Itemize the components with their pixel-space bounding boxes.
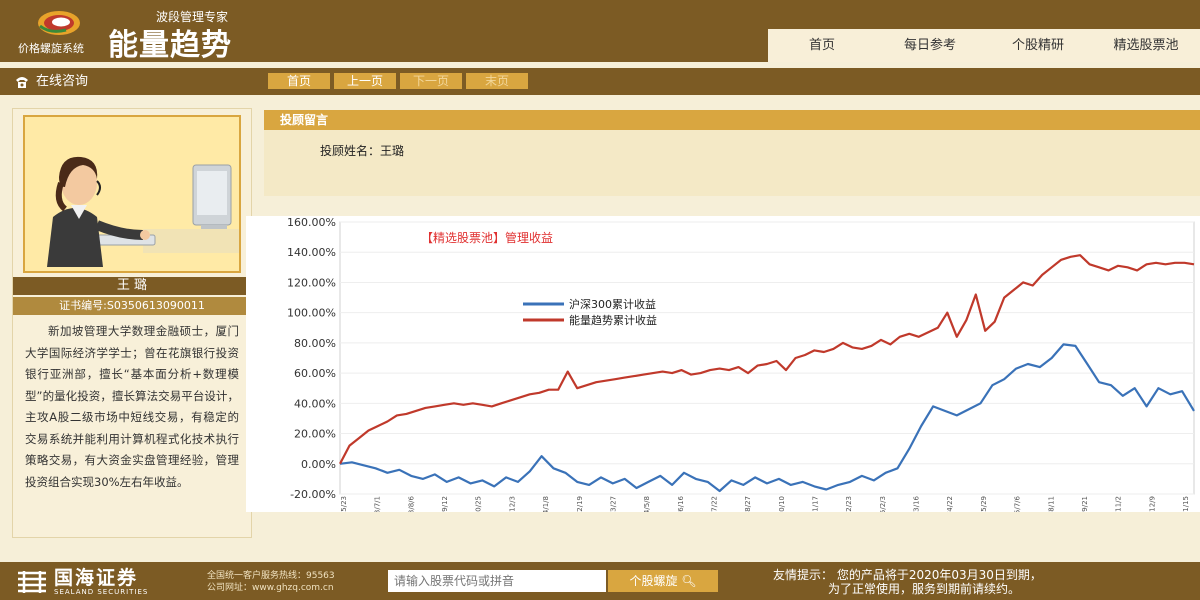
legend-label: 沪深300累计收益: [569, 297, 656, 311]
y-tick-label: 160.00%: [287, 216, 336, 229]
legend-label: 能量趋势累计收益: [569, 313, 657, 327]
advisor-cert-number: 证书编号:S0350613090011: [13, 297, 251, 315]
x-tick-label: 2014/6/16: [677, 495, 685, 512]
x-tick-label: 2015/5/29: [980, 496, 988, 512]
performance-chart-svg: -20.00% 0.00% 20.00% 40.00% 60.00% 80.00% 100.…: [287, 216, 1195, 536]
x-tick-label: 2014/11/17: [812, 496, 820, 512]
x-tick-label: 2014/8/27: [744, 496, 752, 512]
search-button-label: 个股螺旋: [629, 574, 678, 588]
y-tick-label: 40.00%: [294, 397, 336, 410]
expiry-notice-line1: 友情提示： 您的产品将于2020年03月30日到期，: [773, 568, 1042, 582]
message-panel: 投顾姓名：王璐: [264, 130, 1200, 196]
online-consult-label: 在线咨询: [36, 74, 89, 89]
expiry-notice: 友情提示： 您的产品将于2020年03月30日到期， 为了正常使用，服务到期前请…: [773, 568, 1042, 596]
footer-hotline: 全国统一客户服务热线：95563: [207, 571, 335, 581]
sealand-logo-icon: [18, 571, 46, 593]
x-tick-label: 2013/12/3: [508, 496, 516, 512]
top-header: 波段管理专家 能量趋势 价格螺旋系统 首页 每日参考 个股精研 精选股票池: [0, 0, 1200, 63]
y-tick-label: 140.00%: [287, 246, 336, 259]
nav-item-stock-pool[interactable]: 精选股票池: [1092, 29, 1200, 62]
x-tick-label: 2015/9/21: [1081, 496, 1089, 512]
main-nav: 首页 每日参考 个股精研 精选股票池: [768, 29, 1200, 62]
nav-item-home[interactable]: 首页: [768, 29, 876, 62]
x-tick-label: 2015/3/16: [913, 495, 921, 512]
advisor-avatar: [23, 115, 241, 273]
chart-title: 【精选股票池】管理收益: [421, 230, 553, 245]
x-tick-label: 2014/10/10: [778, 496, 786, 512]
y-tick-label: 100.00%: [287, 307, 336, 320]
x-tick-label: 2014/5/8: [643, 496, 651, 512]
y-tick-label: -20.00%: [290, 488, 336, 501]
x-tick-label: 2016/1/15: [1182, 496, 1190, 512]
stock-spiral-search-button[interactable]: 个股螺旋 🔍︎: [608, 570, 718, 592]
footer-brand-cn: 国海证券: [54, 567, 139, 589]
online-consult-link[interactable]: 在线咨询: [14, 68, 88, 95]
expiry-notice-line2: 为了正常使用，服务到期前请续约。: [828, 582, 1021, 596]
footer-brand-en: SEALAND SECURITIES: [54, 588, 149, 596]
pagination: 首页 上一页 下一页 末页: [268, 73, 528, 89]
x-tick-label: 2015/7/6: [1014, 495, 1022, 512]
advisor-profile-card: 王 璐 证书编号:S0350613090011 新加坡管理大学数理金融硕士，厦门…: [12, 108, 252, 538]
x-tick-label: 2015/8/11: [1047, 496, 1055, 512]
footer-contact: 全国统一客户服务热线：95563 公司网址：www.ghzq.com.cn: [207, 570, 335, 594]
y-tick-label: 120.00%: [287, 276, 336, 289]
y-tick-label: 0.00%: [301, 458, 336, 471]
stock-search-input[interactable]: [388, 570, 606, 592]
footer-brand: 国海证券 SEALAND SECURITIES: [16, 568, 148, 596]
y-tick-label: 20.00%: [294, 428, 336, 441]
x-tick-label: 2014/3/27: [609, 496, 617, 512]
app-logo[interactable]: 波段管理专家 能量趋势 价格螺旋系统: [18, 6, 268, 63]
pager-last-button: 末页: [466, 73, 528, 89]
x-tick-label: 2014/7/22: [710, 496, 718, 512]
y-tick-label: 80.00%: [294, 337, 336, 350]
series-line-hs300: [339, 343, 1195, 493]
x-tick-label: 2013/9/12: [441, 496, 449, 512]
search-icon: 🔍︎: [681, 574, 697, 588]
advisor-name: 王 璐: [13, 277, 251, 295]
x-tick-label: 2015/11/2: [1115, 496, 1123, 512]
x-tick-label: 2013/5/23: [340, 496, 348, 512]
performance-chart: -20.00% 0.00% 20.00% 40.00% 60.00% 80.00% 100.…: [246, 216, 1200, 536]
nav-item-daily-reference[interactable]: 每日参考: [876, 29, 984, 62]
advisor-illustration: [25, 117, 239, 271]
logo-title: 能量趋势: [108, 28, 232, 63]
series-line-energy-trend: [339, 254, 1195, 465]
y-tick-label: 60.00%: [294, 367, 336, 380]
logo-subtitle: 价格螺旋系统: [18, 42, 84, 55]
pager-first-button[interactable]: 首页: [268, 73, 330, 89]
x-tick-label: 2013/8/6: [407, 495, 415, 512]
x-tick-label: 2015/2/3: [879, 496, 887, 512]
pager-next-button: 下一页: [400, 73, 462, 89]
x-tick-label: 2015/4/22: [946, 496, 954, 512]
nav-item-stock-research[interactable]: 个股精研: [984, 29, 1092, 62]
message-panel-header: 投顾留言: [264, 110, 1200, 130]
x-tick-label: 2013/10/25: [475, 496, 483, 512]
footer-website: 公司网址：www.ghzq.com.cn: [207, 583, 334, 593]
plot-area: [339, 221, 1195, 495]
advisor-name-line: 投顾姓名：王璐: [320, 144, 405, 158]
x-tick-label: 2014/1/8: [542, 496, 550, 512]
phone-icon: [16, 76, 28, 88]
x-tick-label: 2014/12/23: [845, 496, 853, 512]
footer: 国海证券 SEALAND SECURITIES 全国统一客户服务热线：95563…: [0, 562, 1200, 600]
logo-swirl-icon: [38, 11, 80, 35]
x-tick-label: 2013/7/1: [374, 496, 382, 512]
x-tick-label: 2014/2/19: [576, 496, 584, 512]
advisor-bio: 新加坡管理大学数理金融硕士，厦门大学国际经济学学士；曾在花旗银行投资银行亚洲部，…: [25, 324, 239, 489]
x-tick-label: 2015/12/9: [1148, 496, 1156, 512]
sub-toolbar: 在线咨询 首页 上一页 下一页 末页: [0, 68, 1200, 95]
pager-prev-button[interactable]: 上一页: [334, 73, 396, 89]
